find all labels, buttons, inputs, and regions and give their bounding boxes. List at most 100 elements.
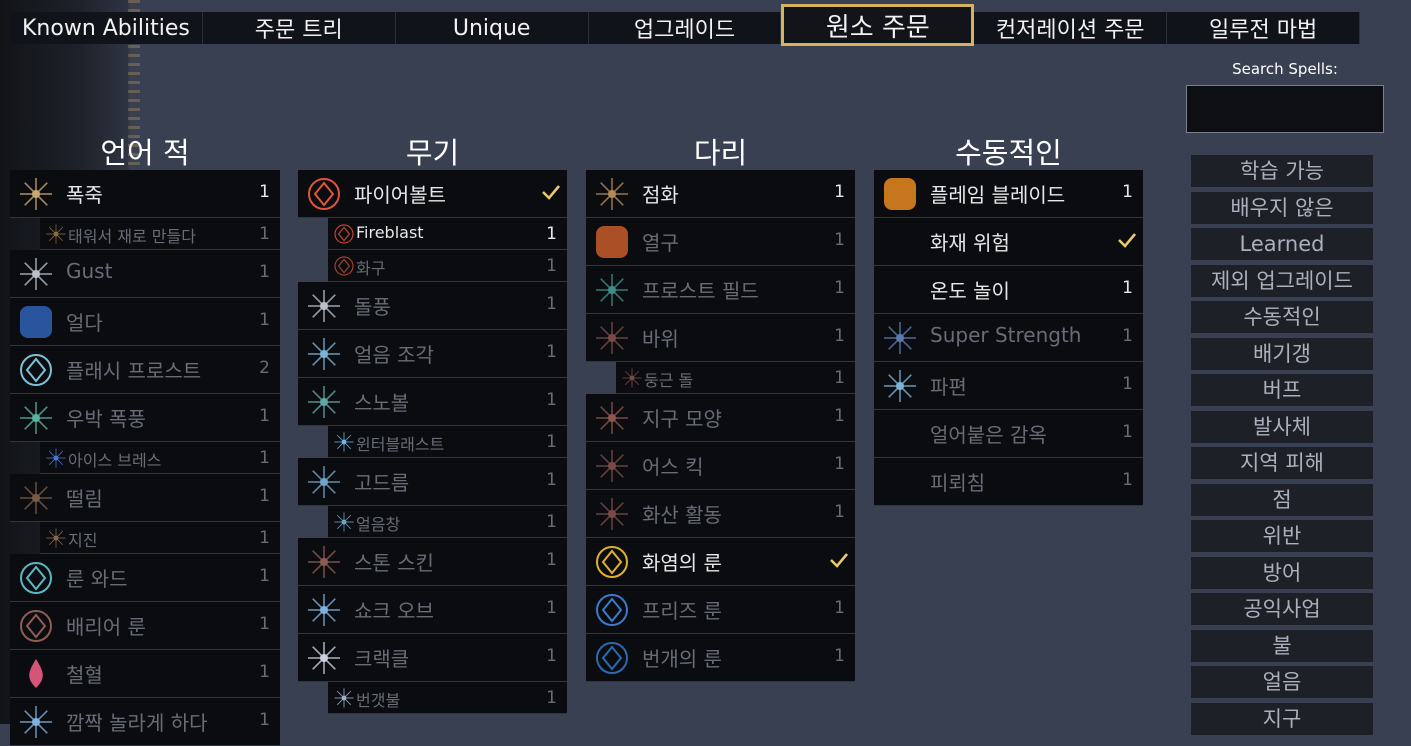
spell-row[interactable]: 떨림 1 bbox=[10, 474, 280, 522]
filter-button-0[interactable]: 학습 가능 bbox=[1191, 155, 1373, 187]
spell-row[interactable]: 번개의 룬 1 bbox=[586, 634, 855, 682]
filter-button-9[interactable]: 점 bbox=[1191, 483, 1373, 516]
spell-name: 화재 위험 bbox=[930, 231, 1010, 255]
spell-row[interactable]: 플래시 프로스트 2 bbox=[10, 346, 280, 394]
spell-cost: 1 bbox=[259, 182, 270, 202]
spell-cost: 1 bbox=[1122, 182, 1133, 202]
spell-row[interactable]: 깜짝 놀라게 하다 1 bbox=[10, 698, 280, 746]
spell-row[interactable]: 파이어볼트 bbox=[298, 170, 567, 218]
spell-row[interactable]: 스노볼 1 bbox=[298, 378, 567, 426]
spell-row[interactable]: 아이스 브레스 1 bbox=[40, 442, 280, 474]
tab-0[interactable]: Known Abilities bbox=[10, 12, 203, 44]
spell-row[interactable]: 플레임 블레이드 1 bbox=[874, 170, 1143, 218]
spell-row[interactable]: 얼음창 1 bbox=[328, 506, 567, 538]
spell-row[interactable]: 배리어 룬 1 bbox=[10, 602, 280, 650]
filter-button-4[interactable]: 수동적인 bbox=[1191, 301, 1373, 333]
spell-cost: 1 bbox=[1122, 326, 1133, 346]
tab-3[interactable]: 업그레이드 bbox=[589, 12, 782, 44]
spell-row[interactable]: 쇼크 오브 1 bbox=[298, 586, 567, 634]
spell-row[interactable]: 얼음 조각 1 bbox=[298, 330, 567, 378]
spell-row[interactable]: 열구 1 bbox=[586, 218, 855, 266]
spell-cost: 1 bbox=[834, 368, 845, 388]
filter-button-8[interactable]: 지역 피해 bbox=[1191, 447, 1373, 479]
spell-row[interactable]: 윈터블래스트 1 bbox=[328, 426, 567, 458]
spell-row[interactable]: Fireblast 1 bbox=[328, 218, 567, 250]
spell-name: 배리어 룬 bbox=[66, 615, 146, 639]
spell-row[interactable]: 화염의 룬 bbox=[586, 538, 855, 586]
icicle-icon bbox=[304, 462, 344, 502]
filter-button-7[interactable]: 발사체 bbox=[1191, 410, 1373, 443]
spell-name: 돌풍 bbox=[354, 295, 391, 319]
spell-row[interactable]: 화구 1 bbox=[328, 250, 567, 282]
spell-row[interactable]: 프리즈 룬 1 bbox=[586, 586, 855, 634]
filter-button-2[interactable]: Learned bbox=[1191, 228, 1373, 260]
spell-row[interactable]: 지구 모양 1 bbox=[586, 394, 855, 442]
spell-row[interactable]: 크랙클 1 bbox=[298, 634, 567, 682]
spell-cost: 1 bbox=[259, 448, 270, 468]
spell-cost: 1 bbox=[546, 294, 557, 314]
filter-button-1[interactable]: 배우지 않은 bbox=[1191, 191, 1373, 224]
filter-button-11[interactable]: 방어 bbox=[1191, 556, 1373, 589]
filter-button-3[interactable]: 제외 업그레이드 bbox=[1191, 264, 1373, 297]
round-stone-icon bbox=[620, 366, 644, 390]
spell-row[interactable]: 파편 1 bbox=[874, 362, 1143, 410]
spell-name: 플레임 블레이드 bbox=[930, 183, 1066, 207]
tab-1[interactable]: 주문 트리 bbox=[203, 12, 396, 44]
spell-row[interactable]: 태워서 재로 만들다 1 bbox=[40, 218, 280, 250]
spell-row[interactable]: 피뢰침 1 bbox=[874, 458, 1143, 506]
spell-cost: 1 bbox=[1122, 374, 1133, 394]
fireblast-icon bbox=[332, 222, 356, 246]
tab-5[interactable]: 컨저레이션 주문 bbox=[974, 12, 1168, 44]
shock-icon bbox=[16, 702, 56, 742]
spell-name: 플래시 프로스트 bbox=[66, 359, 202, 383]
filter-button-12[interactable]: 공익사업 bbox=[1191, 593, 1373, 625]
spell-row[interactable]: 얼다 1 bbox=[10, 298, 280, 346]
spell-row[interactable]: 화재 위험 bbox=[874, 218, 1143, 266]
spell-row[interactable]: 고드름 1 bbox=[298, 458, 567, 506]
tab-4[interactable]: 원소 주문 bbox=[781, 4, 975, 46]
spell-row[interactable]: 철혈 1 bbox=[10, 650, 280, 698]
crackle-icon bbox=[304, 638, 344, 678]
spell-row[interactable]: 번갯불 1 bbox=[328, 682, 567, 714]
spell-row[interactable]: 폭죽 1 bbox=[10, 170, 280, 218]
spell-name: 철혈 bbox=[66, 663, 103, 687]
spell-row[interactable]: 화산 활동 1 bbox=[586, 490, 855, 538]
filter-button-14[interactable]: 얼음 bbox=[1191, 666, 1373, 698]
filter-button-13[interactable]: 불 bbox=[1191, 629, 1373, 662]
tab-2[interactable]: Unique bbox=[396, 12, 589, 44]
spell-row[interactable]: 룬 와드 1 bbox=[10, 554, 280, 602]
spell-cost: 1 bbox=[1122, 278, 1133, 298]
spell-name: 열구 bbox=[642, 231, 679, 255]
spell-row[interactable]: 바위 1 bbox=[586, 314, 855, 362]
spell-cost: 1 bbox=[834, 598, 845, 618]
spell-row[interactable]: Gust 1 bbox=[10, 250, 280, 298]
spell-cost: 1 bbox=[834, 646, 845, 666]
spell-row[interactable]: 온도 놀이 1 bbox=[874, 266, 1143, 314]
winterblast-icon bbox=[332, 430, 356, 454]
spell-row[interactable]: 프로스트 필드 1 bbox=[586, 266, 855, 314]
search-input[interactable] bbox=[1186, 85, 1384, 133]
filter-button-10[interactable]: 위반 bbox=[1191, 520, 1373, 552]
spell-row[interactable]: 돌풍 1 bbox=[298, 282, 567, 330]
spell-cost: 1 bbox=[834, 406, 845, 426]
spell-row[interactable]: 얼어붙은 감옥 1 bbox=[874, 410, 1143, 458]
spell-row[interactable]: 스톤 스킨 1 bbox=[298, 538, 567, 586]
spell-cost: 1 bbox=[834, 230, 845, 250]
tab-6[interactable]: 일루전 마법 bbox=[1167, 12, 1361, 44]
spell-cost: 1 bbox=[546, 470, 557, 490]
spell-cost: 1 bbox=[1122, 422, 1133, 442]
spell-row[interactable]: 지진 1 bbox=[40, 522, 280, 554]
spell-row[interactable]: Super Strength 1 bbox=[874, 314, 1143, 362]
filter-button-6[interactable]: 버프 bbox=[1191, 374, 1373, 406]
spell-row[interactable]: 어스 킥 1 bbox=[586, 442, 855, 490]
spell-cost: 1 bbox=[546, 688, 557, 708]
filter-button-15[interactable]: 지구 bbox=[1191, 702, 1373, 735]
spell-name: Gust bbox=[66, 259, 113, 283]
spell-row[interactable]: 점화 1 bbox=[586, 170, 855, 218]
spell-column-3: 플레임 블레이드 1 화재 위험온도 놀이 1 Super Strength 1 파편 1 얼어… bbox=[874, 170, 1143, 506]
spell-name: 얼음 조각 bbox=[354, 343, 434, 367]
filter-button-5[interactable]: 배기갱 bbox=[1191, 337, 1373, 370]
spell-row[interactable]: 둥근 돌 1 bbox=[616, 362, 855, 394]
torch-icon bbox=[44, 222, 68, 246]
spell-row[interactable]: 우박 폭풍 1 bbox=[10, 394, 280, 442]
